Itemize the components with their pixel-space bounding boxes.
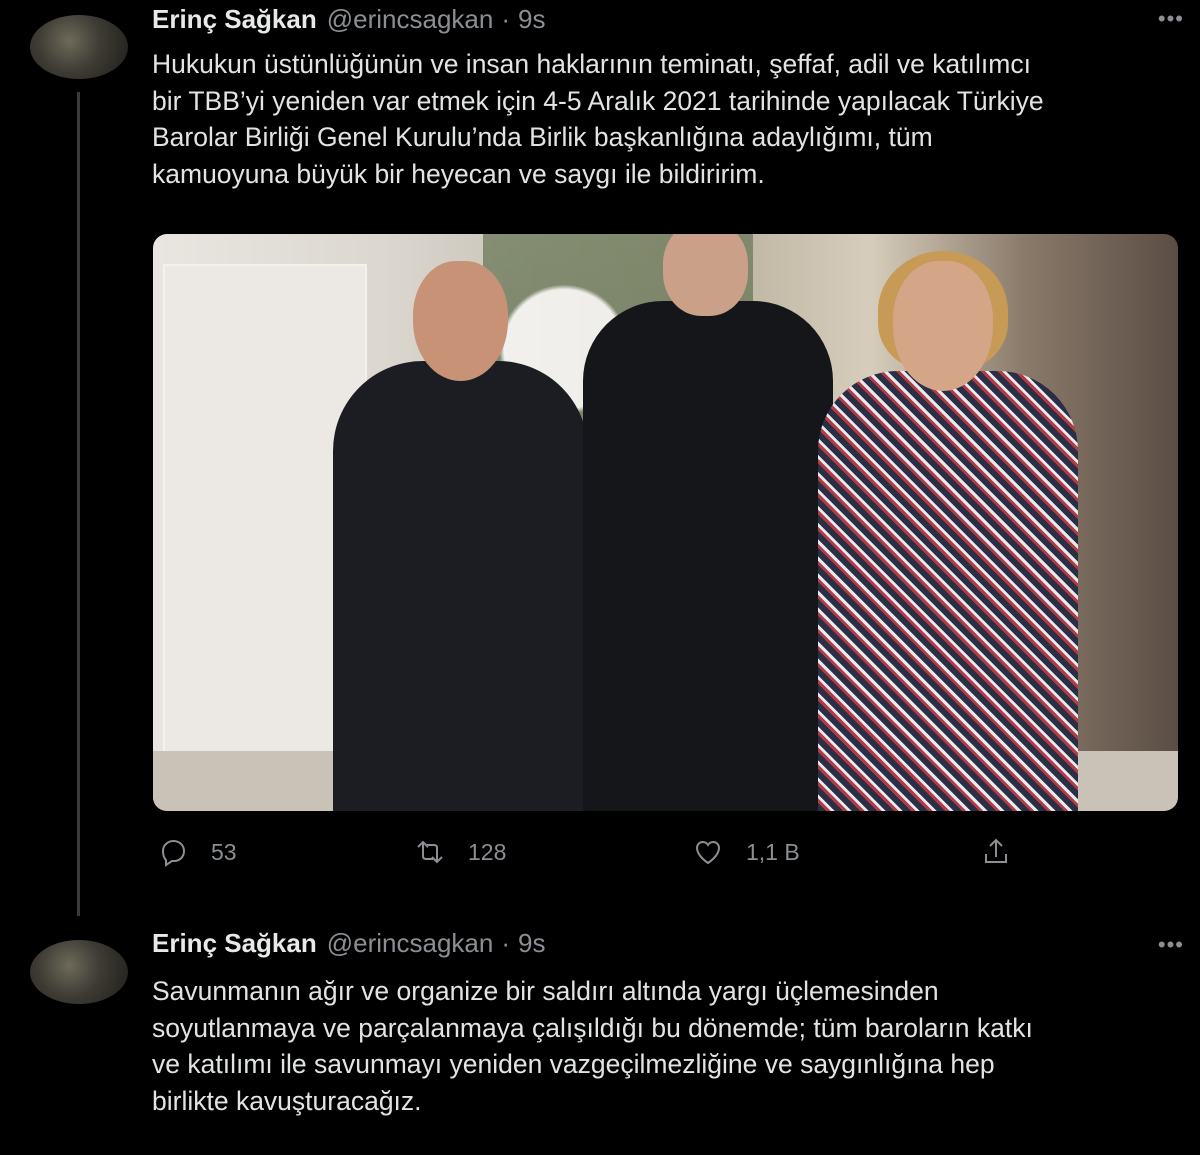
- tweet-text-line: birlikte kavuşturacağız.: [152, 1085, 422, 1116]
- author-name[interactable]: Erinç Sağkan: [152, 928, 317, 959]
- photo-person-middle-head: [663, 234, 748, 316]
- tweet[interactable]: Erinç Sağkan @erincsagkan · 9s ••• Hukuk…: [0, 0, 1200, 918]
- header-separator: ·: [501, 928, 510, 958]
- tweet-timestamp[interactable]: 9s: [518, 928, 545, 959]
- avatar[interactable]: [30, 15, 128, 79]
- header-separator: ·: [501, 4, 510, 34]
- photo-person-right: [818, 371, 1078, 811]
- thread-connector-line: [77, 92, 80, 916]
- tweet-header: Erinç Sağkan @erincsagkan · 9s: [152, 4, 545, 38]
- share-button[interactable]: [980, 836, 1012, 868]
- tweet-header: Erinç Sağkan @erincsagkan · 9s: [152, 928, 545, 962]
- tweet-actions: 53 128 1,1 B: [152, 836, 1052, 880]
- avatar[interactable]: [30, 940, 128, 1004]
- tweet-text-line: ve katılımı ile savunmayı yeniden vazgeç…: [152, 1049, 995, 1079]
- retweet-button[interactable]: 128: [414, 836, 506, 868]
- retweet-icon: [417, 840, 443, 864]
- reply-button[interactable]: 53: [157, 836, 237, 868]
- photo-person-right-head: [893, 261, 993, 391]
- author-handle[interactable]: @erincsagkan: [327, 4, 494, 35]
- tweet-timestamp[interactable]: 9s: [518, 4, 545, 35]
- reply-icon: [161, 839, 186, 867]
- retweet-count: 128: [468, 838, 507, 865]
- tweet-text-line: Hukukun üstünlüğünün ve insan haklarının…: [152, 49, 1031, 79]
- tweet-text-line: bir TBB’yi yeniden var etmek için 4-5 Ar…: [152, 85, 1044, 116]
- tweet-text-line: Savunmanın ağır ve organize bir saldırı …: [152, 976, 939, 1006]
- tweet-text-line: kamuoyuna büyük bir heyecan ve saygı ile…: [152, 158, 765, 189]
- like-button[interactable]: 1,1 B: [692, 836, 800, 868]
- tweet[interactable]: Erinç Sağkan @erincsagkan · 9s ••• Savun…: [0, 918, 1200, 1155]
- tweet-text-line: soyutlanmaya ve parçalanmaya çalışıldığı…: [152, 1012, 1033, 1043]
- author-name[interactable]: Erinç Sağkan: [152, 4, 317, 35]
- more-options-icon[interactable]: •••: [1158, 932, 1184, 958]
- photo-person-left-head: [413, 261, 508, 381]
- photo-person-middle: [583, 301, 833, 811]
- reply-count: 53: [211, 838, 237, 865]
- tweet-text-line: Barolar Birliği Genel Kurulu’nda Birlik …: [152, 122, 933, 152]
- share-icon: [985, 838, 1007, 863]
- tweet-text: Hukukun üstünlüğünün ve insan haklarının…: [152, 46, 1182, 192]
- heart-icon: [695, 840, 721, 865]
- author-handle[interactable]: @erincsagkan: [327, 928, 494, 959]
- photo-person-left: [333, 361, 588, 811]
- tweet-photo[interactable]: [153, 234, 1178, 811]
- tweet-text: Savunmanın ağır ve organize bir saldırı …: [152, 973, 1182, 1119]
- more-options-icon[interactable]: •••: [1158, 6, 1184, 32]
- like-count: 1,1 B: [746, 838, 800, 865]
